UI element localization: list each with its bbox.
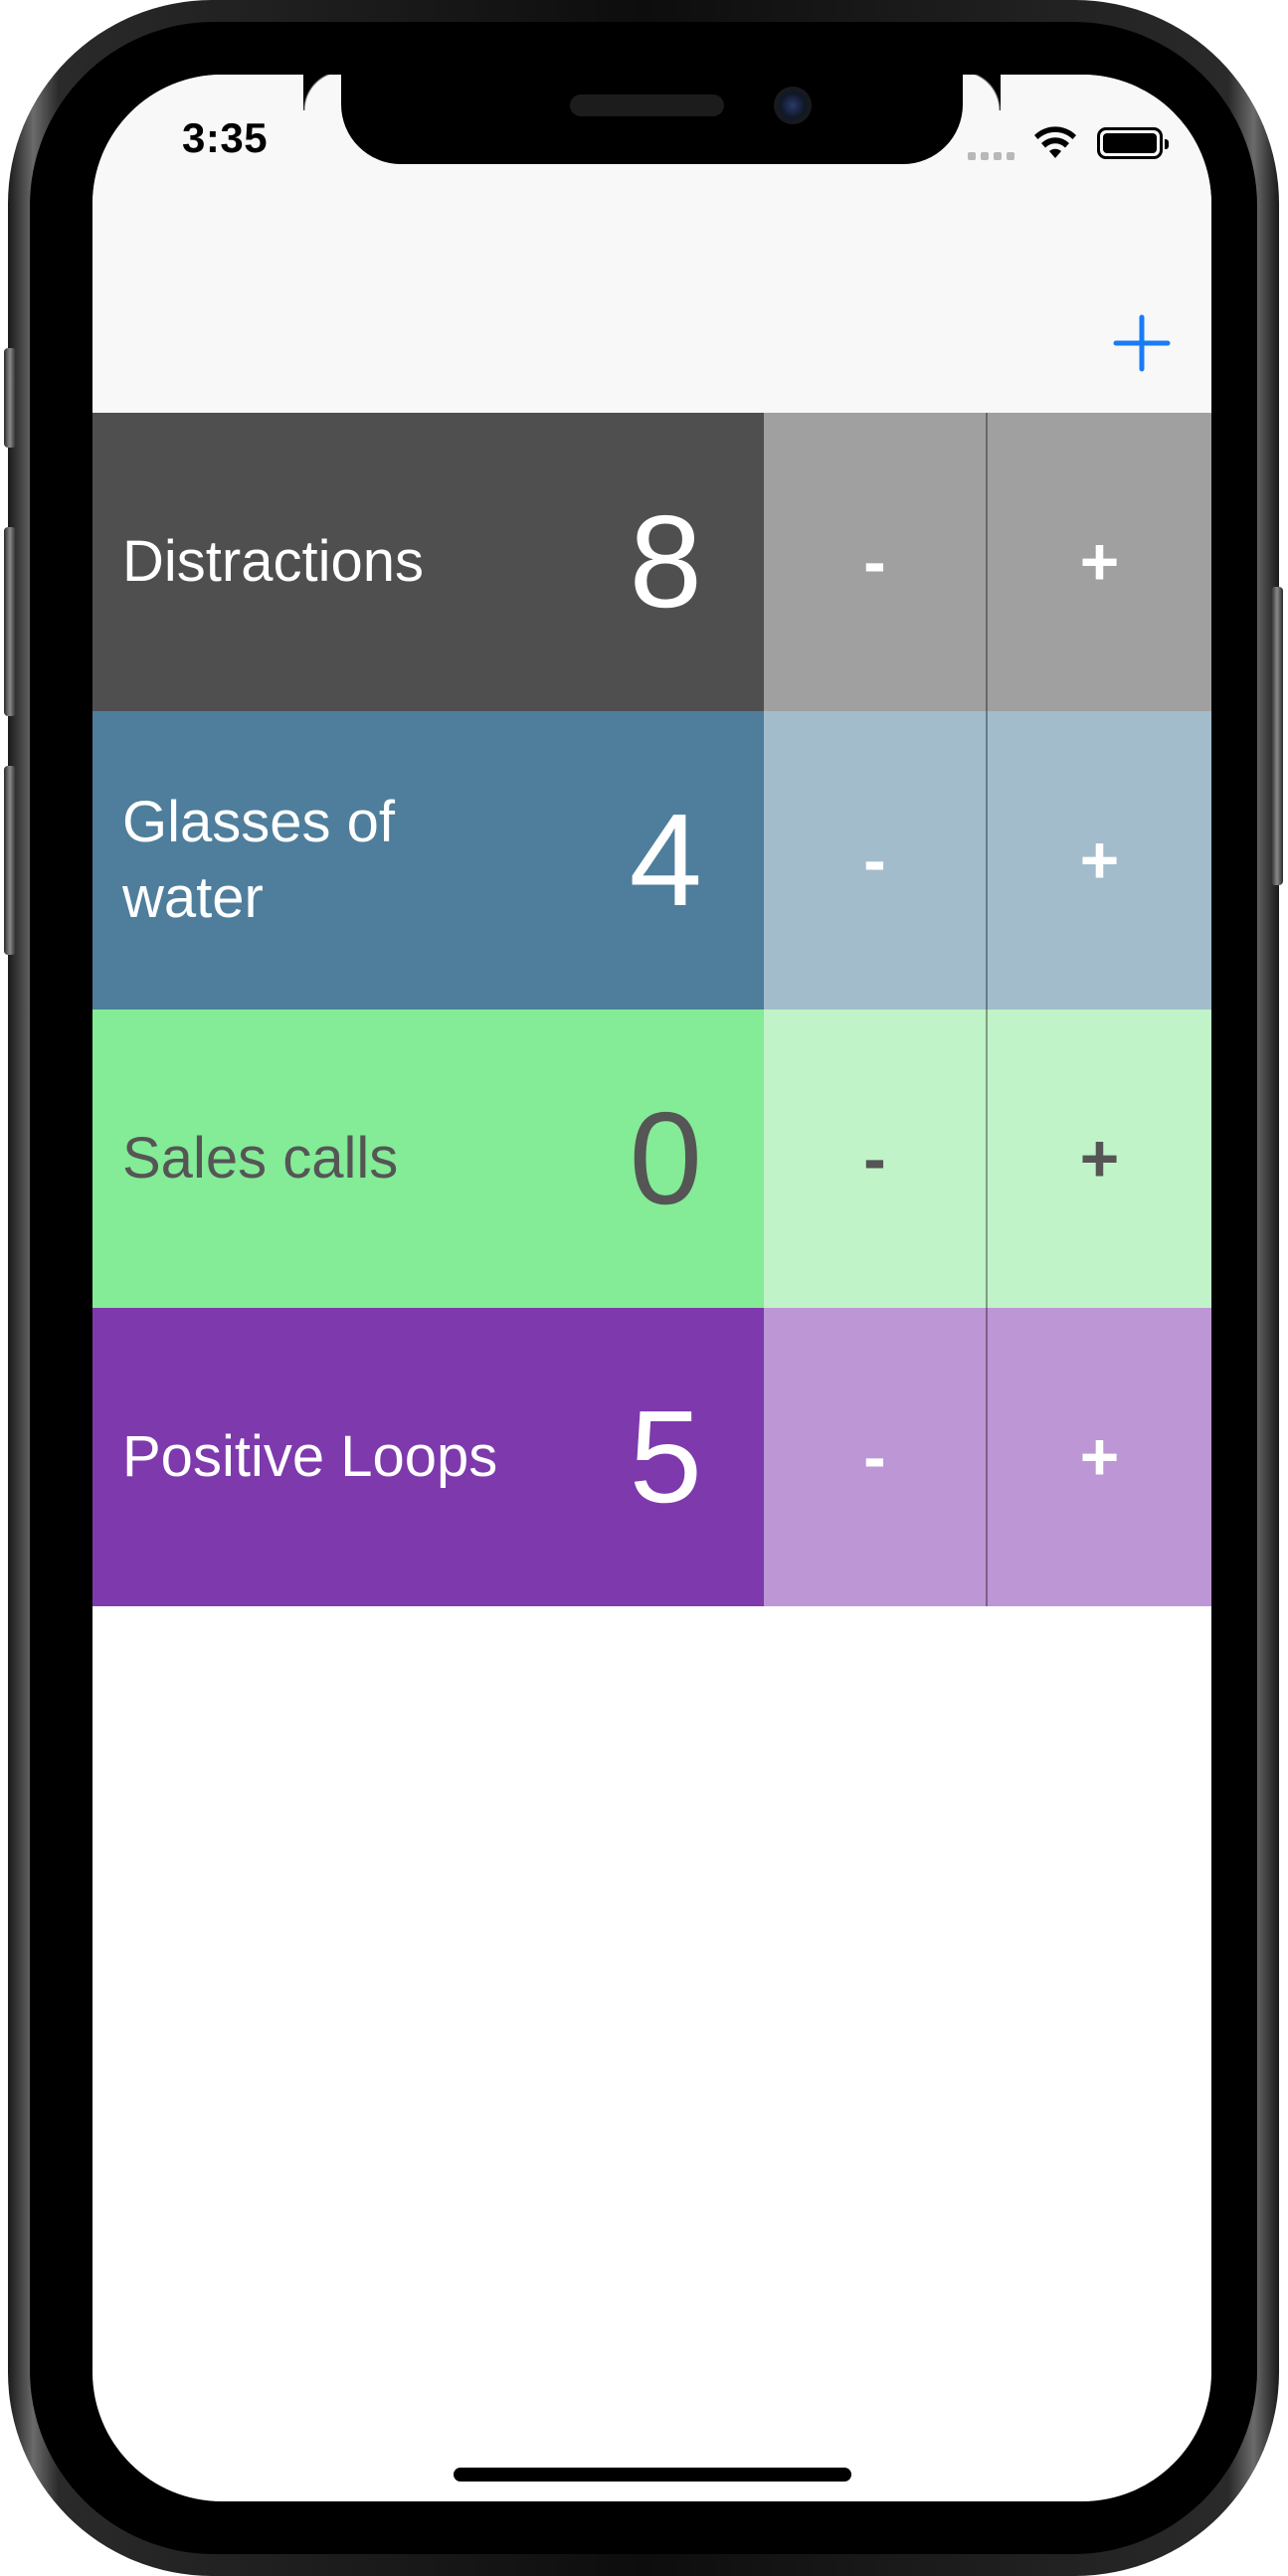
counter-label: Distractions [122,529,424,594]
phone-screen: 3:35 Distractions 8 - + Glasses of water… [92,75,1211,2501]
power-button [1271,587,1283,885]
navigation-bar [92,224,1211,413]
counter-value: 0 [629,1085,702,1231]
battery-icon [1097,127,1169,159]
notch [341,75,1001,164]
decrement-button[interactable]: - [764,413,988,711]
increment-button[interactable]: + [988,413,1211,711]
volume-up-button [4,527,16,716]
wifi-icon [1034,126,1076,158]
status-time: 3:35 [182,114,269,161]
increment-button[interactable]: + [988,1308,1211,1606]
home-indicator[interactable] [454,2468,851,2482]
counter-value: 4 [629,787,702,933]
counter-list: Distractions 8 - + Glasses of water 4 - … [92,413,1211,1606]
plus-icon [1113,314,1171,372]
cellular-signal-icon [968,152,1014,160]
decrement-button[interactable]: - [764,711,988,1010]
phone-frame: 3:35 Distractions 8 - + Glasses of water… [4,0,1283,2576]
counter-value: 8 [629,488,702,635]
counter-main[interactable]: Sales calls 0 [92,1010,764,1308]
counter-row-glasses-of-water: Glasses of water 4 - + [92,711,1211,1010]
counter-row-positive-loops: Positive Loops 5 - + [92,1308,1211,1606]
decrement-button[interactable]: - [764,1010,988,1308]
silent-switch [4,348,16,448]
status-bar: 3:35 [92,75,1211,224]
volume-down-button [4,766,16,955]
decrement-button[interactable]: - [764,1308,988,1606]
counter-row-distractions: Distractions 8 - + [92,413,1211,711]
counter-label: Positive Loops [122,1424,498,1489]
increment-button[interactable]: + [988,1010,1211,1308]
increment-button[interactable]: + [988,711,1211,1010]
front-camera [774,87,812,124]
add-counter-button[interactable] [1112,313,1172,373]
counter-value: 5 [629,1383,702,1530]
counter-row-sales-calls: Sales calls 0 - + [92,1010,1211,1308]
counter-label: Sales calls [122,1126,399,1191]
earpiece-speaker [570,94,724,116]
counter-main[interactable]: Glasses of water 4 [92,711,764,1010]
counter-label: Glasses of water [122,790,395,930]
counter-main[interactable]: Distractions 8 [92,413,764,711]
counter-main[interactable]: Positive Loops 5 [92,1308,764,1606]
